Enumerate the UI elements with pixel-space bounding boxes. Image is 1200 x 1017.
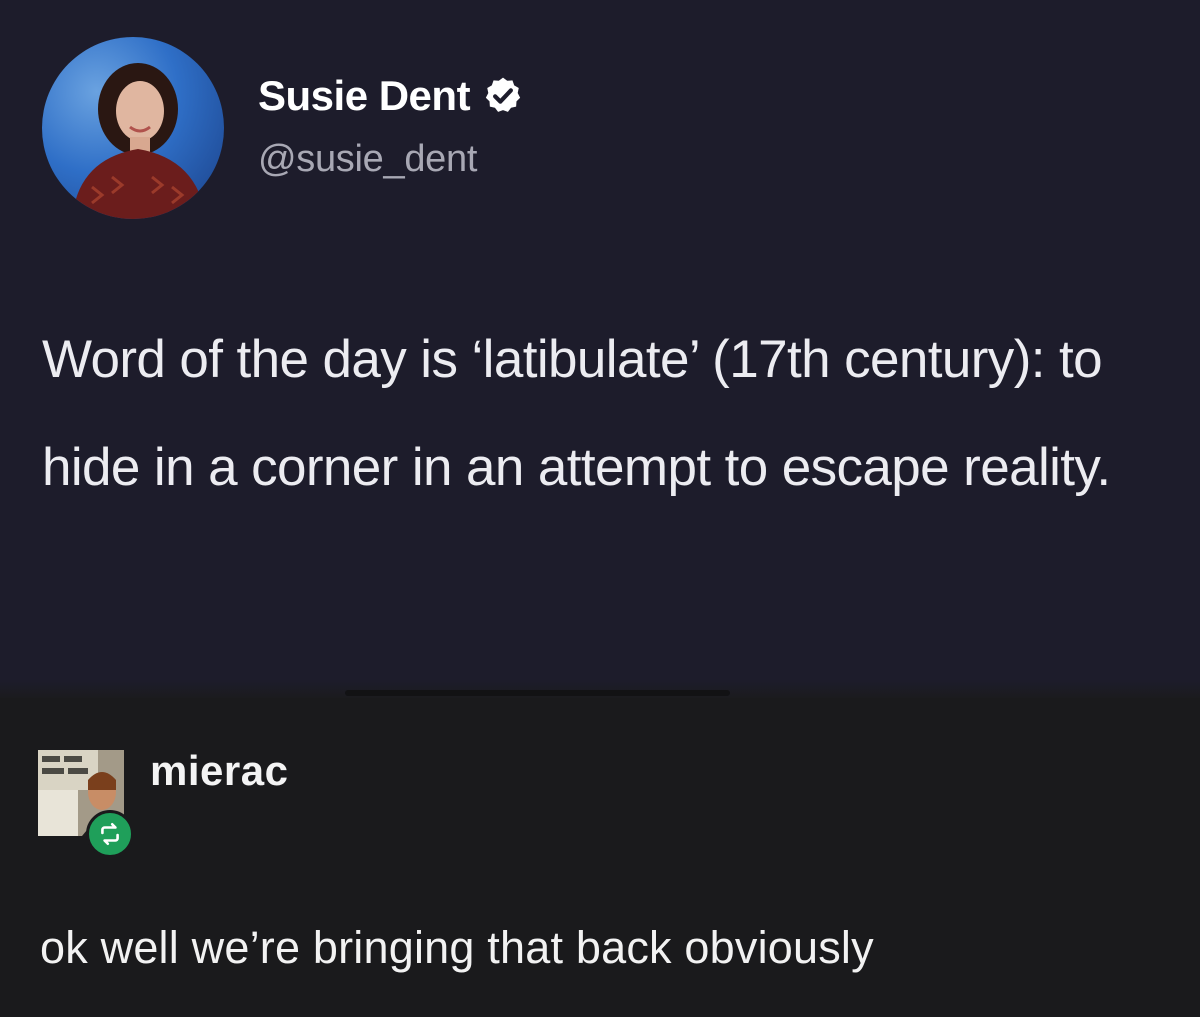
divider-line [345, 690, 730, 696]
reblogger-username[interactable]: mierac [150, 747, 288, 795]
author-display-name[interactable]: Susie Dent [258, 70, 524, 122]
tweet-author-avatar[interactable] [42, 37, 224, 219]
tweet-text: Word of the day is ‘latibulate’ (17th ce… [42, 330, 1111, 497]
tweet-card: Susie Dent @susie_dent Word of the day i… [0, 0, 1200, 680]
reblog-badge [86, 810, 134, 858]
reblog-icon [101, 822, 119, 846]
reblog-post: mierac ok well we’re bringing that back … [0, 698, 1200, 1017]
verified-badge-icon [485, 77, 521, 112]
reblog-text: ok well we’re bringing that back obvious… [40, 922, 874, 973]
author-handle[interactable]: @susie_dent [258, 138, 477, 181]
author-name-text: Susie Dent [258, 72, 471, 119]
